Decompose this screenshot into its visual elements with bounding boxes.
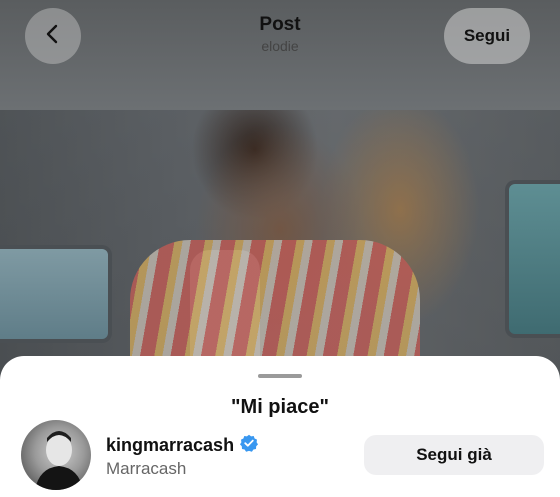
photo-window-left (0, 245, 112, 343)
username[interactable]: kingmarracash (106, 434, 259, 457)
following-button[interactable]: Segui già (364, 435, 544, 475)
sheet-title: "Mi piace" (231, 396, 329, 418)
follow-button[interactable]: Segui (444, 8, 530, 64)
avatar[interactable] (21, 420, 91, 490)
verified-badge-icon (240, 434, 259, 457)
photo-sweater (130, 240, 420, 370)
sheet-grabber[interactable] (258, 374, 302, 378)
likes-sheet: "Mi piace" kingmarracash Marracash Segui… (0, 356, 560, 497)
photo-window-right (505, 180, 560, 338)
username-text: kingmarracash (106, 435, 235, 455)
user-full-name: Marracash (106, 459, 187, 478)
